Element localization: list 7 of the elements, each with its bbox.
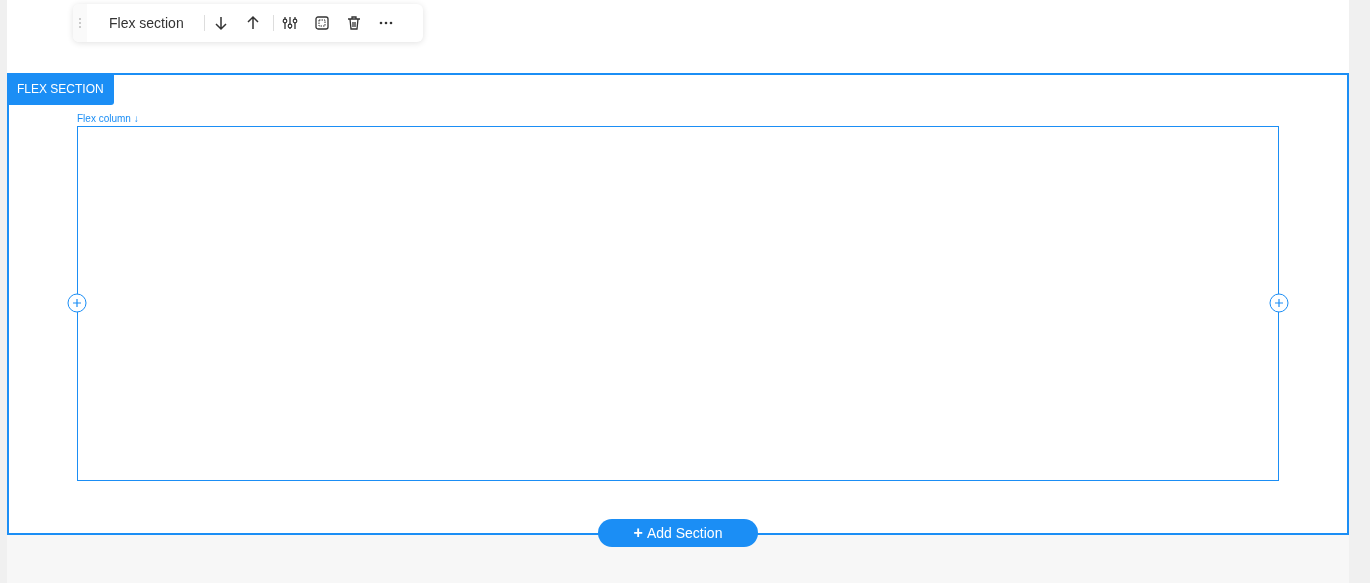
toolbar-title: Flex section	[109, 13, 184, 33]
add-column-icon[interactable]	[1269, 293, 1289, 313]
section-label[interactable]: FLEX SECTION	[7, 73, 114, 105]
add-section-button[interactable]: + Add Section	[598, 519, 758, 547]
drag-handle-icon[interactable]	[73, 4, 87, 42]
column-label[interactable]: Flex column ↓	[77, 113, 1279, 125]
add-column-icon[interactable]	[67, 293, 87, 313]
